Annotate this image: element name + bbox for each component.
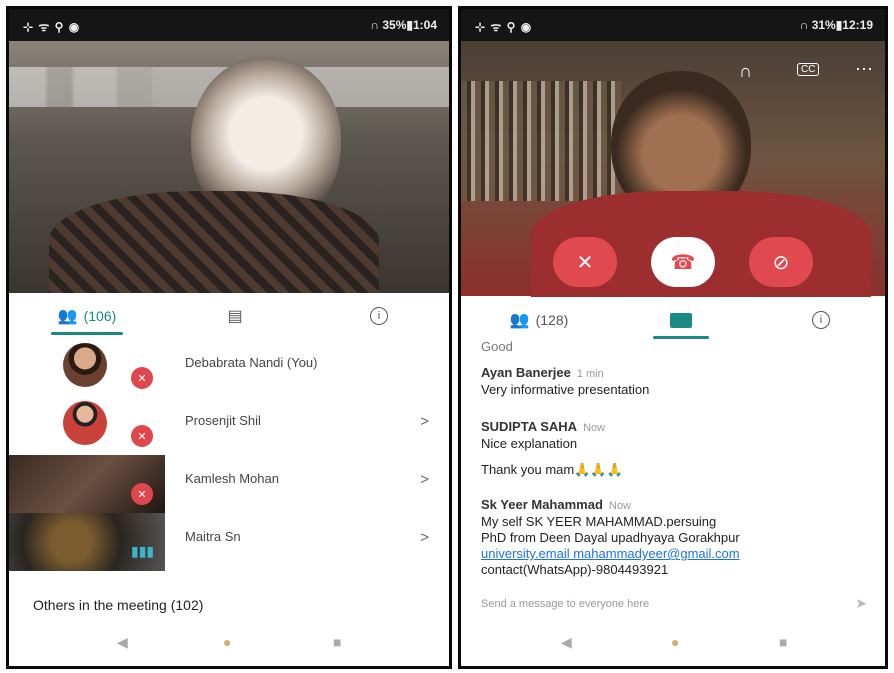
participant-name: Maitra Sn <box>185 529 241 544</box>
more-options-icon[interactable]: ⋯ <box>855 59 873 80</box>
chat-message: Sk Yeer Mahammad Now My self SK YEER MAHA… <box>481 497 869 578</box>
main-video[interactable] <box>9 41 449 301</box>
participant-row[interactable]: ✕ Debabrata Nandi (You) <box>9 339 449 397</box>
recents-icon[interactable]: ■ <box>333 634 341 650</box>
left-phone-screen: ⊹ ᯤ ⚲ ◉ ∩ 35%▮1:04 👥 (106) ▤ i ✕ Debabra… <box>6 6 452 669</box>
mic-off-icon: ✕ <box>131 367 153 389</box>
home-icon[interactable]: ● <box>223 634 231 650</box>
message-time: 1 min <box>576 368 604 380</box>
message-text: My self SK YEER MAHAMMAD.persuing <box>481 514 717 529</box>
home-icon[interactable]: ● <box>671 634 679 650</box>
message-text: Very informative presentation <box>481 382 650 397</box>
status-battery-time: ∩ 31%▮12:19 <box>799 18 873 32</box>
bookshelf-background <box>461 81 621 201</box>
chevron-right-icon[interactable]: > <box>420 529 429 546</box>
participant-row[interactable]: ▮▮▮ Maitra Sn > <box>9 513 449 571</box>
info-icon: i <box>370 307 388 325</box>
chat-message: SUDIPTA SAHA Now Nice explanation Thank y… <box>481 419 869 478</box>
tab-bar: 👥 (128) i <box>461 297 885 343</box>
message-time: Now <box>608 500 631 512</box>
back-icon[interactable]: ◀ <box>561 634 572 651</box>
system-nav-bar: ◀ ● ■ <box>461 618 885 666</box>
participant-video-tile: ▮▮▮ <box>9 513 165 571</box>
people-count: (106) <box>83 308 117 324</box>
mic-off-icon: ✕ <box>576 251 594 274</box>
status-icons: ⊹ ᯤ ⚲ ◉ <box>23 20 81 34</box>
people-icon: 👥 <box>509 312 530 329</box>
participant-name: Debabrata Nandi (You) <box>185 355 318 370</box>
chat-icon <box>670 312 692 328</box>
status-battery-time: ∩ 35%▮1:04 <box>370 18 437 32</box>
tab-people[interactable]: 👥 (128) <box>491 297 587 343</box>
message-sender: Ayan Banerjee <box>481 365 571 380</box>
participant-row[interactable]: ✕ Prosenjit Shil > <box>9 397 449 455</box>
message-text: Thank you mam🙏🙏🙏 <box>481 462 623 477</box>
mic-toggle-button[interactable]: ✕ <box>553 237 617 287</box>
message-text: Nice explanation <box>481 436 578 451</box>
participant-avatar-area: ✕ <box>9 339 165 397</box>
send-message-input[interactable]: Send a message to everyone here <box>481 598 649 610</box>
active-tab-indicator <box>51 332 123 335</box>
send-icon[interactable]: ➤ <box>855 595 867 612</box>
info-icon: i <box>812 311 830 329</box>
camera-toggle-button[interactable]: ⊘ <box>749 237 813 287</box>
tab-bar: 👥 (106) ▤ i <box>9 293 449 339</box>
chevron-right-icon[interactable]: > <box>420 471 429 488</box>
headphones-icon[interactable]: ∩ <box>739 61 752 82</box>
tab-chat[interactable] <box>641 297 721 343</box>
audio-level-icon: ▮▮▮ <box>131 543 155 559</box>
message-sender: SUDIPTA SAHA <box>481 419 578 434</box>
message-time: Now <box>583 422 606 434</box>
message-sender: Sk Yeer Mahammad <box>481 497 603 512</box>
tab-people[interactable]: 👥 (106) <box>39 293 135 339</box>
tab-info[interactable]: i <box>791 297 851 343</box>
right-phone-screen: ⊹ ᯤ ⚲ ◉ ∩ 31%▮12:19 ∩ CC ⋯ ✕ ☎ ⊘ 👥 (128)… <box>458 6 888 669</box>
others-in-meeting[interactable]: Others in the meeting (102) <box>33 597 203 613</box>
participant-name: Prosenjit Shil <box>185 413 261 428</box>
participant-row[interactable]: ✕ Kamlesh Mohan > <box>9 455 449 513</box>
message-email-link[interactable]: university.email mahammadyeer@gmail.com <box>481 546 869 562</box>
people-count: (128) <box>535 312 569 328</box>
chat-message-text: Good <box>481 339 513 354</box>
message-text: contact(WhatsApp)-9804493921 <box>481 562 669 577</box>
participant-name: Kamlesh Mohan <box>185 471 279 486</box>
chat-icon: ▤ <box>227 308 243 325</box>
status-bar: ⊹ ᯤ ⚲ ◉ ∩ 31%▮12:19 <box>461 9 885 41</box>
status-bar: ⊹ ᯤ ⚲ ◉ ∩ 35%▮1:04 <box>9 9 449 41</box>
avatar <box>63 343 107 387</box>
system-nav-bar: ◀ ● ■ <box>9 618 449 666</box>
avatar <box>63 401 107 445</box>
tab-info[interactable]: i <box>349 293 409 339</box>
people-icon: 👥 <box>57 308 78 325</box>
status-icons: ⊹ ᯤ ⚲ ◉ <box>475 20 533 34</box>
end-call-icon: ☎ <box>670 251 696 274</box>
mic-off-icon: ✕ <box>131 483 153 505</box>
main-video[interactable]: ∩ CC ⋯ ✕ ☎ ⊘ <box>461 41 885 301</box>
chevron-right-icon[interactable]: > <box>420 413 429 430</box>
captions-icon[interactable]: CC <box>797 63 820 76</box>
recents-icon[interactable]: ■ <box>779 634 787 650</box>
mic-off-icon: ✕ <box>131 425 153 447</box>
tab-chat[interactable]: ▤ <box>205 293 265 339</box>
camera-off-icon: ⊘ <box>772 251 790 274</box>
message-text: PhD from Deen Dayal upadhyaya Gorakhpur <box>481 530 740 545</box>
speaker-body <box>49 191 379 301</box>
chat-message: Ayan Banerjee 1 min Very informative pres… <box>481 365 869 398</box>
participant-avatar-area: ✕ <box>9 397 165 455</box>
participant-video-tile: ✕ <box>9 455 165 513</box>
back-icon[interactable]: ◀ <box>117 634 128 651</box>
end-call-button[interactable]: ☎ <box>651 237 715 287</box>
